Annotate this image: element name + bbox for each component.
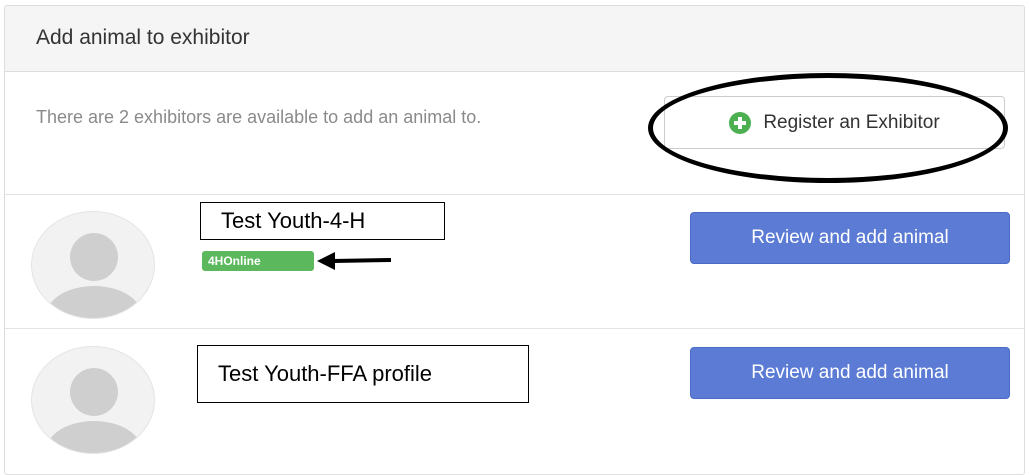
exhibitor-name: Test Youth-4-H [200, 202, 445, 240]
exhibitor-name: Test Youth-FFA profile [197, 345, 529, 403]
register-exhibitor-button[interactable]: Register an Exhibitor [664, 96, 1005, 149]
intro-text: There are 2 exhibitors are available to … [36, 107, 482, 127]
plus-circle-icon [729, 111, 752, 134]
avatar [31, 211, 155, 319]
review-add-animal-button[interactable]: Review and add animal [690, 347, 1010, 399]
panel-title: Add animal to exhibitor [36, 26, 250, 49]
avatar [31, 346, 155, 454]
panel-heading: Add animal to exhibitor [5, 6, 1024, 72]
register-exhibitor-label: Register an Exhibitor [763, 111, 940, 133]
divider [5, 194, 1024, 195]
4honline-badge: 4HOnline [202, 251, 314, 271]
add-animal-panel: Add animal to exhibitor There are 2 exhi… [4, 5, 1025, 475]
review-add-animal-button[interactable]: Review and add animal [690, 212, 1010, 264]
divider [5, 328, 1024, 329]
